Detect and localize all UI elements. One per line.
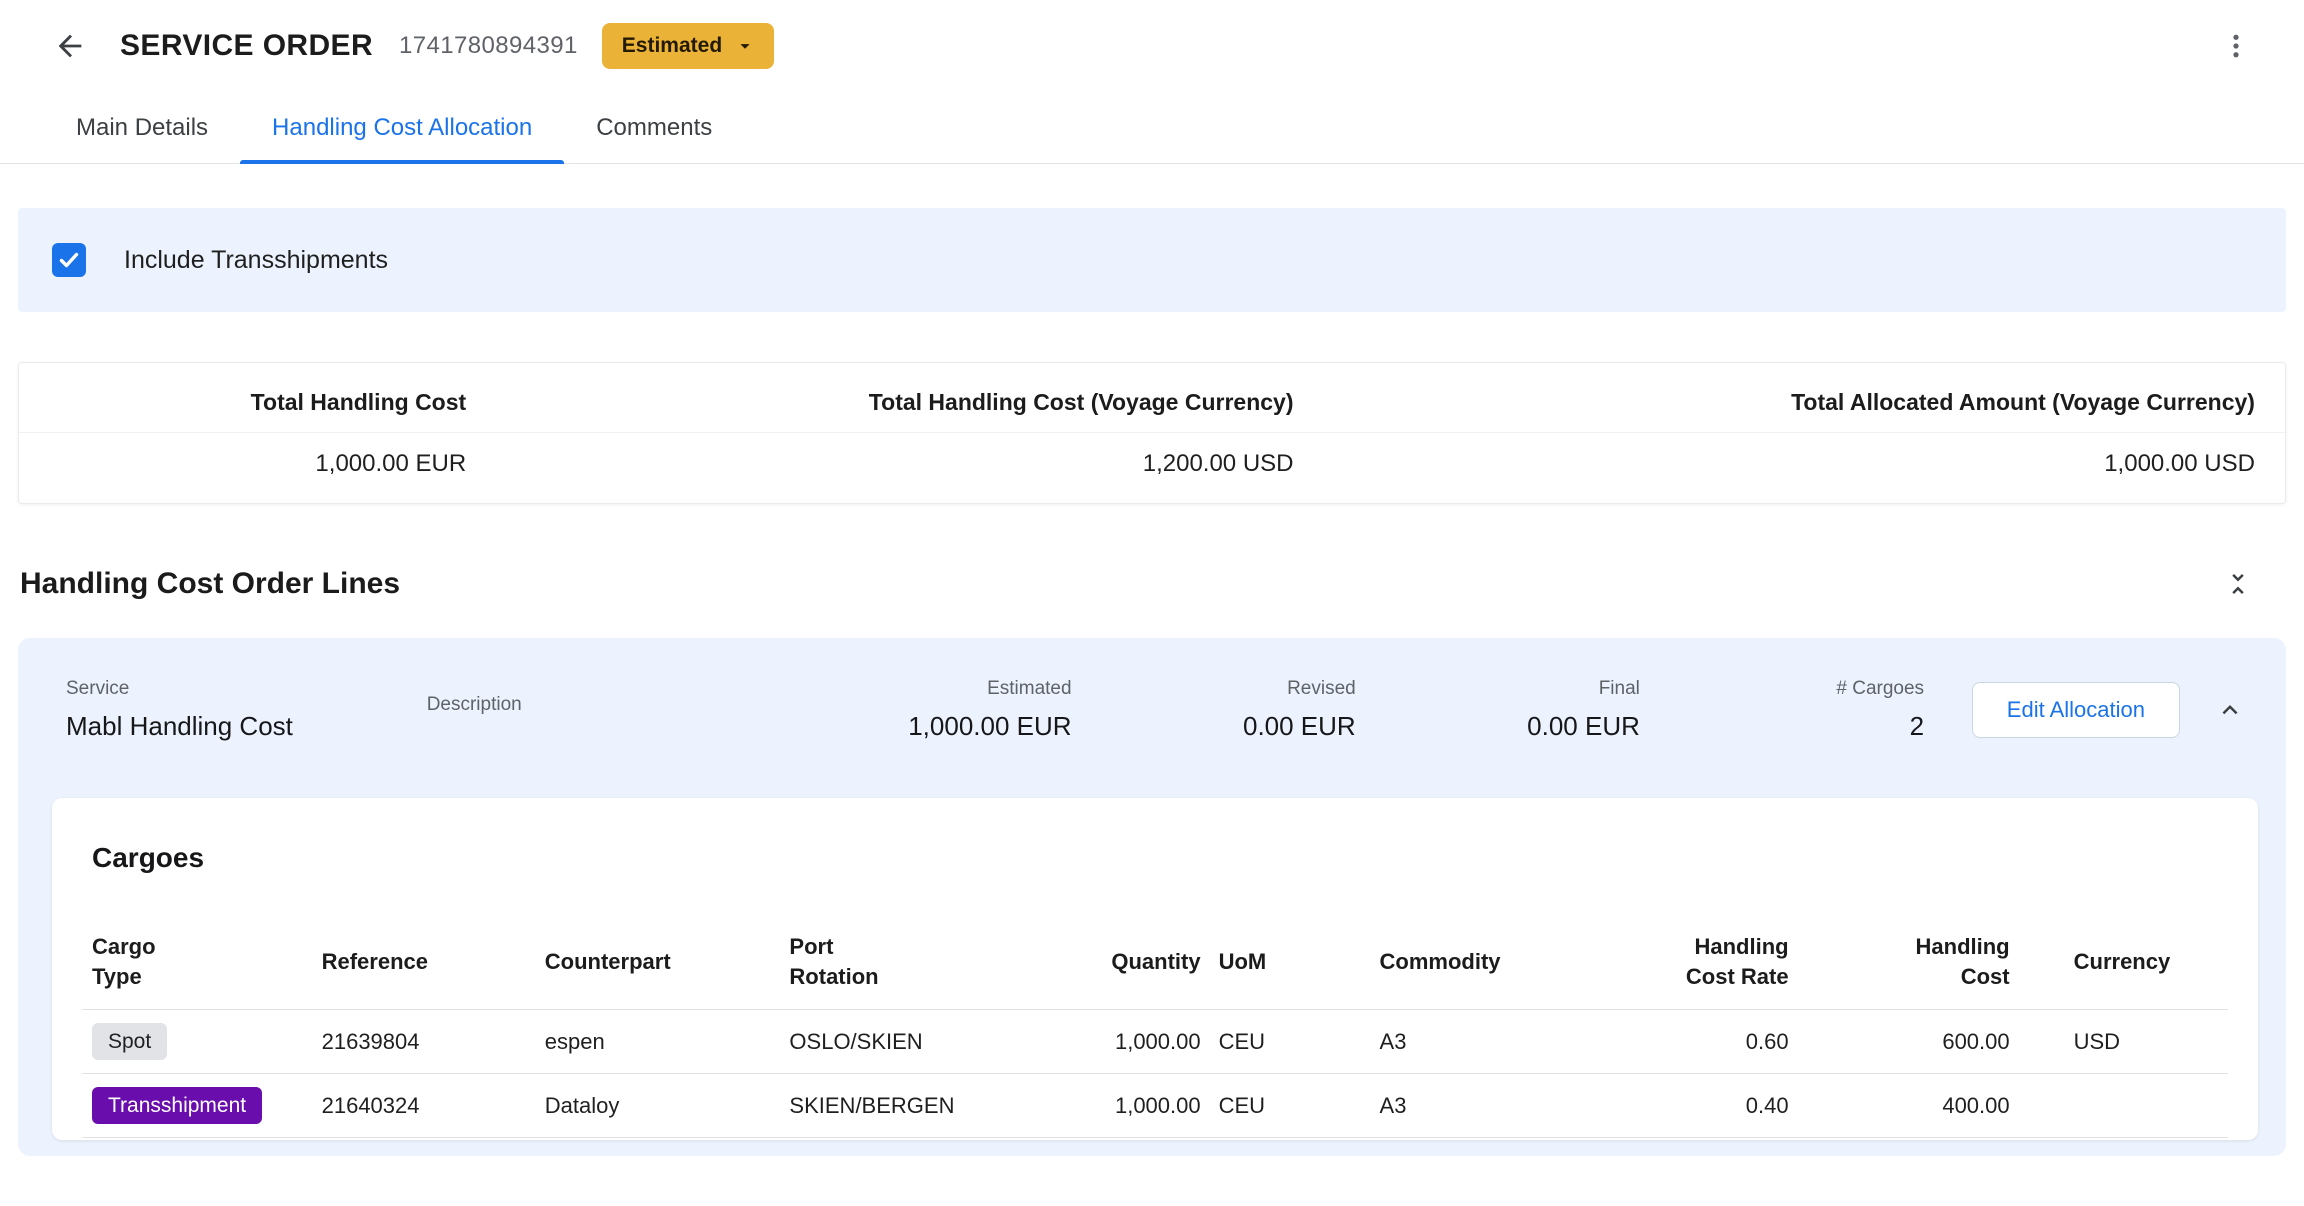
col-handling-cost-rate-label: Handling Cost Rate (1669, 932, 1789, 991)
order-lines-section-header: Handling Cost Order Lines (18, 562, 2286, 606)
col-port-rotation-label: Port Rotation (789, 932, 901, 991)
chevron-up-icon (2215, 695, 2245, 725)
status-dropdown[interactable]: Estimated (602, 23, 774, 69)
edit-allocation-button[interactable]: Edit Allocation (1972, 682, 2180, 738)
field-estimated: Estimated 1,000.00 EUR (766, 678, 1072, 742)
field-revised: Revised 0.00 EUR (1072, 678, 1356, 742)
unfold-less-icon (2223, 569, 2253, 599)
handling-cost-rate-cell: 0.40 (1576, 1074, 1797, 1138)
col-quantity: Quantity (1073, 922, 1208, 1010)
tab-main-details[interactable]: Main Details (44, 92, 240, 163)
estimated-label: Estimated (766, 678, 1072, 700)
collapse-line-button[interactable] (2208, 688, 2252, 732)
cargoes-title: Cargoes (92, 842, 2228, 874)
caret-down-icon (734, 35, 756, 57)
include-transshipments-bar: Include Transshipments (18, 208, 2286, 312)
handling-cost-summary-card: Total Handling Cost Total Handling Cost … (18, 362, 2286, 504)
commodity-cell: A3 (1370, 1010, 1576, 1074)
uom-cell: CEU (1209, 1010, 1370, 1074)
description-label: Description (427, 694, 766, 716)
handling-cost-cell: 600.00 (1797, 1010, 2018, 1074)
total-handling-cost-voyage-value: 1,200.00 USD (466, 450, 1293, 478)
total-handling-cost-value: 1,000.00 EUR (19, 450, 466, 478)
field-num-cargoes: # Cargoes 2 (1640, 678, 1924, 742)
col-port-rotation: Port Rotation (779, 922, 1073, 1010)
order-line-card: Service Mabl Handling Cost Description E… (18, 638, 2286, 1156)
col-counterpart: Counterpart (535, 922, 780, 1010)
service-label: Service (66, 678, 427, 700)
include-transshipments-label: Include Transshipments (124, 246, 388, 275)
tab-bar: Main Details Handling Cost Allocation Co… (0, 92, 2304, 164)
cargo-type-cell: Spot (82, 1010, 312, 1074)
overflow-menu-button[interactable] (2214, 24, 2258, 68)
include-transshipments-checkbox[interactable] (52, 243, 86, 277)
currency-cell (2018, 1074, 2228, 1138)
tab-comments[interactable]: Comments (564, 92, 744, 163)
uom-cell: CEU (1209, 1074, 1370, 1138)
summary-values-row: 1,000.00 EUR 1,200.00 USD 1,000.00 USD (19, 432, 2285, 503)
currency-cell: USD (2018, 1010, 2228, 1074)
kebab-menu-icon (2221, 31, 2251, 61)
counterpart-cell: espen (535, 1010, 780, 1074)
cargo-row-transshipment[interactable]: Transshipment 21640324 Dataloy SKIEN/BER… (82, 1074, 2228, 1138)
col-handling-cost-rate: Handling Cost Rate (1576, 922, 1797, 1010)
commodity-cell: A3 (1370, 1074, 1576, 1138)
cargoes-header-row: Cargo Type Reference Counterpart Port Ro… (82, 922, 2228, 1010)
order-line-actions: Edit Allocation (1924, 682, 2252, 738)
total-allocated-amount-value: 1,000.00 USD (1294, 450, 2255, 478)
check-icon (57, 248, 81, 272)
cargo-row-spot[interactable]: Spot 21639804 espen OSLO/SKIEN 1,000.00 … (82, 1010, 2228, 1074)
col-reference: Reference (312, 922, 535, 1010)
port-rotation-cell: SKIEN/BERGEN (779, 1074, 1073, 1138)
order-line-fields: Service Mabl Handling Cost Description E… (52, 678, 2258, 742)
revised-label: Revised (1072, 678, 1356, 700)
col-cargo-type: Cargo Type (82, 922, 312, 1010)
num-cargoes-value: 2 (1640, 711, 1924, 742)
cargoes-card: Cargoes Cargo Type Reference Counterpart… (52, 798, 2258, 1140)
num-cargoes-label: # Cargoes (1640, 678, 1924, 700)
final-label: Final (1356, 678, 1640, 700)
back-button[interactable] (48, 24, 92, 68)
reference-cell: 21639804 (312, 1010, 535, 1074)
cargoes-table: Cargo Type Reference Counterpart Port Ro… (82, 922, 2228, 1138)
quantity-cell: 1,000.00 (1073, 1010, 1208, 1074)
revised-value: 0.00 EUR (1072, 711, 1356, 742)
port-rotation-cell: OSLO/SKIEN (779, 1010, 1073, 1074)
summary-header-row: Total Handling Cost Total Handling Cost … (19, 363, 2285, 432)
estimated-value: 1,000.00 EUR (766, 711, 1072, 742)
total-handling-cost-voyage-header: Total Handling Cost (Voyage Currency) (466, 389, 1293, 416)
handling-cost-rate-cell: 0.60 (1576, 1010, 1797, 1074)
page-header: SERVICE ORDER 1741780894391 Estimated (0, 0, 2304, 92)
counterpart-cell: Dataloy (535, 1074, 780, 1138)
service-value: Mabl Handling Cost (66, 711, 427, 742)
arrow-left-icon (53, 29, 87, 63)
order-lines-section-title: Handling Cost Order Lines (20, 567, 400, 601)
total-handling-cost-header: Total Handling Cost (19, 389, 466, 416)
field-service: Service Mabl Handling Cost (66, 678, 427, 742)
col-handling-cost-label: Handling Cost (1900, 932, 2010, 991)
cargo-type-cell: Transshipment (82, 1074, 312, 1138)
handling-cost-cell: 400.00 (1797, 1074, 2018, 1138)
cargo-type-badge: Transshipment (92, 1087, 262, 1124)
col-handling-cost: Handling Cost (1797, 922, 2018, 1010)
reference-cell: 21640324 (312, 1074, 535, 1138)
col-cargo-type-label: Cargo Type (92, 932, 182, 991)
final-value: 0.00 EUR (1356, 711, 1640, 742)
col-commodity: Commodity (1370, 922, 1576, 1010)
status-label: Estimated (622, 34, 722, 58)
quantity-cell: 1,000.00 (1073, 1074, 1208, 1138)
field-description: Description (427, 694, 766, 727)
total-allocated-amount-header: Total Allocated Amount (Voyage Currency) (1294, 389, 2255, 416)
collapse-all-button[interactable] (2216, 562, 2260, 606)
page-title: SERVICE ORDER (120, 29, 373, 63)
tab-handling-cost-allocation[interactable]: Handling Cost Allocation (240, 92, 564, 163)
cargo-type-badge: Spot (92, 1023, 167, 1060)
field-final: Final 0.00 EUR (1356, 678, 1640, 742)
col-uom: UoM (1209, 922, 1370, 1010)
order-number: 1741780894391 (399, 32, 578, 60)
col-currency: Currency (2018, 922, 2228, 1010)
